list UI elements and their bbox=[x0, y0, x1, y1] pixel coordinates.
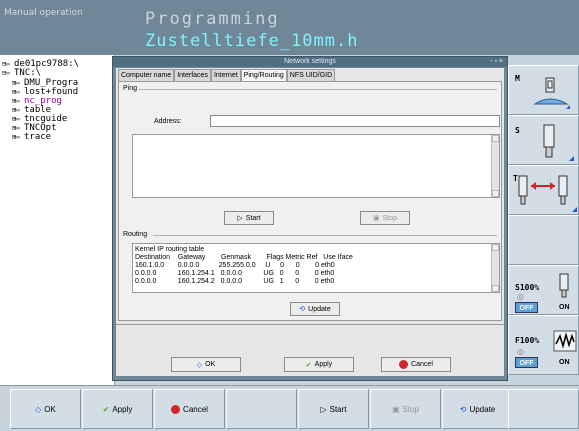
group-divider bbox=[153, 235, 497, 236]
horizontal-softkey-bar: ◇ OK ✔ Apply Cancel ▷ Start ▣ Stop ⟲ Update bbox=[0, 385, 579, 431]
feed-override-icon bbox=[553, 330, 577, 352]
dialog-apply-button[interactable]: ✔ Apply bbox=[284, 357, 354, 372]
softkey-stop[interactable]: ▣ Stop bbox=[370, 389, 441, 429]
override-on-label: ON bbox=[559, 359, 570, 366]
spindle-override-softkey[interactable]: S100% ◎ OFF ON bbox=[508, 265, 579, 315]
network-settings-dialog: Network settings - ▫ × Computer name Int… bbox=[112, 56, 508, 381]
start-icon: ▷ bbox=[237, 215, 243, 222]
update-icon: ⟲ bbox=[299, 306, 306, 313]
ping-output-scrollbar[interactable] bbox=[491, 135, 499, 197]
override-on-label: ON bbox=[559, 304, 570, 311]
tool-change-icon bbox=[518, 175, 577, 212]
tab-nfs-uid-gid[interactable]: NFS UID/GID bbox=[286, 69, 336, 81]
dialog-title: Network settings bbox=[284, 58, 336, 65]
address-label: Address: bbox=[154, 118, 182, 125]
stop-icon: ▣ bbox=[372, 215, 380, 222]
folder-icon: ⊞▭ bbox=[12, 133, 19, 141]
start-icon: ▷ bbox=[320, 404, 327, 414]
header-bar: Manual operation Programming Zustelltief… bbox=[0, 0, 579, 55]
routing-table-area: Kernel IP routing table Destination Gate… bbox=[132, 243, 500, 293]
cancel-icon bbox=[171, 404, 181, 414]
routing-line: 0.0.0.0 160.1.254.1 0.0.0.0 UG 0 0 0 eth… bbox=[135, 270, 335, 277]
stop-icon: ▣ bbox=[391, 404, 400, 414]
softkey-t-function[interactable]: T bbox=[508, 165, 579, 215]
routing-line: Destination Gateway Genmask Flags Metric… bbox=[135, 254, 353, 261]
dialog-ok-button[interactable]: ◇ OK bbox=[171, 357, 241, 372]
override-off-badge: OFF bbox=[515, 357, 538, 368]
ping-start-button[interactable]: ▷ Start bbox=[224, 211, 274, 225]
group-divider bbox=[139, 89, 497, 90]
dialog-body: Computer name Interfaces Internet Ping/R… bbox=[116, 68, 504, 376]
routing-group-label: Routing bbox=[123, 231, 148, 238]
softkey-apply[interactable]: ✔ Apply bbox=[82, 389, 153, 429]
softkey-m-function[interactable]: M bbox=[508, 65, 579, 115]
operating-mode-label: Manual operation bbox=[4, 8, 83, 18]
softkey-blank bbox=[508, 389, 579, 429]
routing-line: 160.1.0.0 0.0.0.0 255.255.0.0 U 0 0 0 et… bbox=[135, 262, 335, 269]
ping-routing-panel: Ping Address: ▷ Start ▣ Stop Routing Kerne… bbox=[118, 81, 502, 321]
softkey-ok[interactable]: ◇ OK bbox=[10, 389, 81, 429]
softkey-blank bbox=[508, 215, 579, 265]
spindle-icon bbox=[543, 124, 574, 161]
file-tree: ⊟▭ de01pc9788:\ ⊟▭ TNC:\ ⊞▭ DMU_Progra ⊞▭ lo… bbox=[0, 55, 115, 385]
softkey-s-function[interactable]: S bbox=[508, 115, 579, 165]
update-button[interactable]: ⟲ Update bbox=[290, 302, 340, 316]
program-file-name: Zustelltiefe_10mm.h bbox=[145, 31, 359, 51]
softkey-update[interactable]: ⟲ Update bbox=[442, 389, 513, 429]
feed-override-softkey[interactable]: F100% ◎ OFF ON bbox=[508, 315, 579, 375]
override-off-badge: OFF bbox=[515, 302, 538, 313]
drive-icon: ⊟▭ bbox=[2, 69, 9, 77]
softkey-start[interactable]: ▷ Start bbox=[298, 389, 369, 429]
routing-line: Kernel IP routing table bbox=[135, 246, 205, 253]
dial-icon: ◎ bbox=[517, 347, 524, 356]
tree-item[interactable]: ⊟▭ TNC:\ bbox=[2, 68, 41, 78]
address-input[interactable] bbox=[210, 115, 500, 127]
programming-mode-title: Programming bbox=[145, 9, 280, 29]
routing-line: 0.0.0.0 160.1.254.2 0.0.0.0 UG 1 0 0 eth… bbox=[135, 278, 335, 285]
footer-divider bbox=[116, 324, 504, 325]
tab-interfaces[interactable]: Interfaces bbox=[174, 69, 211, 81]
tab-internet[interactable]: Internet bbox=[210, 69, 241, 81]
dial-icon: ◎ bbox=[517, 292, 524, 301]
ok-icon: ◇ bbox=[35, 404, 42, 414]
apply-icon: ✔ bbox=[305, 361, 312, 369]
softkey-blank bbox=[508, 55, 579, 65]
m-function-icon bbox=[533, 77, 570, 109]
ping-group-label: Ping bbox=[123, 85, 138, 92]
dialog-title-bar: Network settings - ▫ × bbox=[113, 57, 507, 67]
ping-stop-button[interactable]: ▣ Stop bbox=[360, 211, 410, 225]
routing-scrollbar[interactable] bbox=[491, 244, 499, 292]
ping-output-area bbox=[132, 134, 500, 198]
cancel-icon bbox=[399, 360, 409, 369]
spindle-override-icon bbox=[559, 273, 569, 298]
tab-computer-name[interactable]: Computer name bbox=[118, 69, 175, 81]
vertical-softkey-bar: M S T S100% ◎ OFF ON F100% ◎ OFF ON bbox=[508, 55, 579, 385]
ok-icon: ◇ bbox=[196, 361, 203, 369]
softkey-cancel[interactable]: Cancel bbox=[154, 389, 225, 429]
dialog-footer: ◇ OK ✔ Apply Cancel bbox=[116, 324, 504, 376]
update-icon: ⟲ bbox=[459, 404, 467, 414]
apply-icon: ✔ bbox=[102, 404, 110, 414]
tree-item[interactable]: ⊞▭ trace bbox=[12, 132, 51, 142]
dialog-cancel-button[interactable]: Cancel bbox=[381, 357, 451, 372]
window-controls[interactable]: - ▫ × bbox=[490, 57, 503, 67]
softkey-blank bbox=[226, 389, 297, 429]
tab-bar: Computer name Interfaces Internet Ping/R… bbox=[118, 69, 336, 82]
